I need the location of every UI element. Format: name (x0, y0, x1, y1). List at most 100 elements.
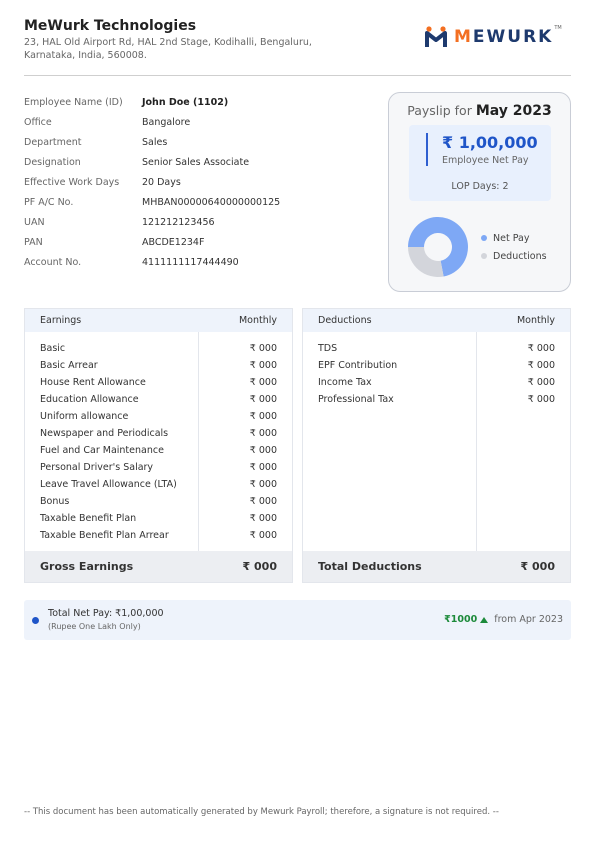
row-label: Leave Travel Allowance (LTA) (40, 479, 177, 490)
detail-row: Office Bangalore (24, 112, 280, 132)
row-label: Newspaper and Periodicals (40, 428, 169, 439)
detail-row: Employee Name (ID) John Doe (1102) (24, 92, 280, 112)
detail-row: UAN 121212123456 (24, 212, 280, 232)
legend-dot-net-pay (481, 235, 487, 241)
earnings-rows: Basic ₹ 000 Basic Arrear ₹ 000 House Rent Al… (25, 340, 292, 544)
detail-label: UAN (24, 216, 45, 228)
payslip-title-prefix: Payslip for (407, 103, 472, 118)
table-row: Basic Arrear ₹ 000 (25, 357, 292, 374)
earnings-header-label: Earnings (40, 315, 82, 326)
mewurk-logo-icon (425, 26, 447, 47)
row-amount: ₹ 000 (249, 513, 277, 524)
row-amount: ₹ 000 (249, 360, 277, 371)
pay-donut-chart (408, 217, 468, 277)
payslip-summary-card: Payslip for May 2023 ₹ 1,00,000 Employee… (388, 92, 571, 292)
earnings-table: Earnings Monthly Basic ₹ 000 Basic Arrear ₹… (24, 308, 293, 583)
net-pay-label: Employee Net Pay (442, 155, 529, 166)
detail-row: PAN ABCDE1234F (24, 232, 280, 252)
logo-wordmark-m: M (454, 27, 473, 47)
table-row: Leave Travel Allowance (LTA) ₹ 000 (25, 476, 292, 493)
table-row: Bonus ₹ 000 (25, 493, 292, 510)
deductions-header-period: Monthly (516, 315, 555, 326)
row-label: Income Tax (318, 377, 372, 388)
detail-value: John Doe (1102) (142, 96, 229, 108)
deductions-header-label: Deductions (318, 315, 372, 326)
detail-label: Department (24, 136, 82, 148)
table-row: Education Allowance ₹ 000 (25, 391, 292, 408)
row-amount: ₹ 000 (527, 377, 555, 388)
row-amount: ₹ 000 (249, 530, 277, 541)
net-pay-change: ₹1000 from Apr 2023 (444, 614, 563, 625)
detail-label: Designation (24, 156, 81, 168)
detail-row: Account No. 4111111117444490 (24, 252, 280, 272)
table-row: TDS ₹ 000 (303, 340, 570, 357)
detail-label: PF A/C No. (24, 196, 74, 208)
table-row: EPF Contribution ₹ 000 (303, 357, 570, 374)
row-amount: ₹ 000 (249, 428, 277, 439)
table-row: Taxable Benefit Plan ₹ 000 (25, 510, 292, 527)
net-pay-box: ₹ 1,00,000 Employee Net Pay LOP Days: 2 (409, 125, 551, 201)
total-deductions-label: Total Deductions (318, 560, 422, 573)
legend-item-deductions: Deductions (481, 247, 547, 265)
total-deductions-amount: ₹ 000 (520, 560, 555, 573)
employee-details: Employee Name (ID) John Doe (1102) Offic… (24, 92, 280, 272)
footer-note: -- This document has been automatically … (24, 807, 499, 817)
row-amount: ₹ 000 (527, 360, 555, 371)
row-label: TDS (318, 343, 338, 354)
legend-label: Deductions (493, 250, 547, 262)
row-label: EPF Contribution (318, 360, 398, 371)
row-label: Uniform allowance (40, 411, 129, 422)
legend-label: Net Pay (493, 232, 530, 244)
total-net-pay-banner: Total Net Pay: ₹1,00,000 (Rupee One Lakh… (24, 600, 571, 640)
detail-row: Effective Work Days 20 Days (24, 172, 280, 192)
detail-value: MHBAN00000640000000125 (142, 196, 281, 208)
row-amount: ₹ 000 (527, 343, 555, 354)
row-amount: ₹ 000 (249, 377, 277, 388)
logo-wordmark-rest: EWURK (472, 27, 554, 47)
detail-row: PF A/C No. MHBAN00000640000000125 (24, 192, 280, 212)
comparison-period: from Apr 2023 (494, 614, 563, 625)
row-amount: ₹ 000 (527, 394, 555, 405)
table-row: Taxable Benefit Plan Arrear ₹ 000 (25, 527, 292, 544)
payslip-title: Payslip for May 2023 (389, 103, 570, 119)
payslip-month: May 2023 (475, 103, 552, 119)
row-label: House Rent Allowance (40, 377, 146, 388)
total-net-pay-text: Total Net Pay: ₹1,00,000 (48, 608, 164, 619)
logo-trademark: TM (554, 25, 562, 31)
gross-earnings-label: Gross Earnings (40, 560, 134, 573)
logo-wordmark: MEWURK (454, 27, 553, 47)
row-amount: ₹ 000 (249, 445, 277, 456)
detail-value: 121212123456 (142, 216, 215, 228)
detail-label: Employee Name (ID) (24, 96, 123, 108)
header-divider (24, 75, 571, 76)
detail-label: PAN (24, 236, 43, 248)
earnings-header-period: Monthly (238, 315, 277, 326)
detail-row: Designation Senior Sales Associate (24, 152, 280, 172)
table-row: Professional Tax ₹ 000 (303, 391, 570, 408)
detail-value: ABCDE1234F (142, 236, 205, 248)
row-amount: ₹ 000 (249, 479, 277, 490)
row-label: Taxable Benefit Plan (40, 513, 137, 524)
detail-value: Bangalore (142, 116, 191, 128)
chart-legend: Net Pay Deductions (481, 229, 547, 265)
table-row: Newspaper and Periodicals ₹ 000 (25, 425, 292, 442)
gross-earnings-amount: ₹ 000 (242, 560, 277, 573)
company-address: 23, HAL Old Airport Rd, HAL 2nd Stage, K… (24, 37, 312, 61)
net-pay-accent-bar (426, 133, 428, 166)
table-row: Fuel and Car Maintenance ₹ 000 (25, 442, 292, 459)
deductions-header: Deductions Monthly (303, 309, 570, 332)
table-row: Uniform allowance ₹ 000 (25, 408, 292, 425)
detail-label: Effective Work Days (24, 176, 120, 188)
detail-value: Sales (142, 136, 168, 148)
deductions-rows: TDS ₹ 000 EPF Contribution ₹ 000 Income Tax ₹… (303, 340, 570, 408)
detail-row: Department Sales (24, 132, 280, 152)
net-pay-in-words: (Rupee One Lakh Only) (48, 622, 141, 631)
net-pay-amount: ₹ 1,00,000 (442, 133, 538, 152)
net-pay-difference: ₹1000 (444, 614, 478, 625)
company-name: MeWurk Technologies (24, 18, 197, 34)
total-deductions-row: Total Deductions ₹ 000 (303, 551, 570, 582)
detail-label: Office (24, 116, 52, 128)
row-label: Taxable Benefit Plan Arrear (40, 530, 169, 541)
row-label: Fuel and Car Maintenance (40, 445, 164, 456)
detail-value: Senior Sales Associate (142, 156, 250, 168)
